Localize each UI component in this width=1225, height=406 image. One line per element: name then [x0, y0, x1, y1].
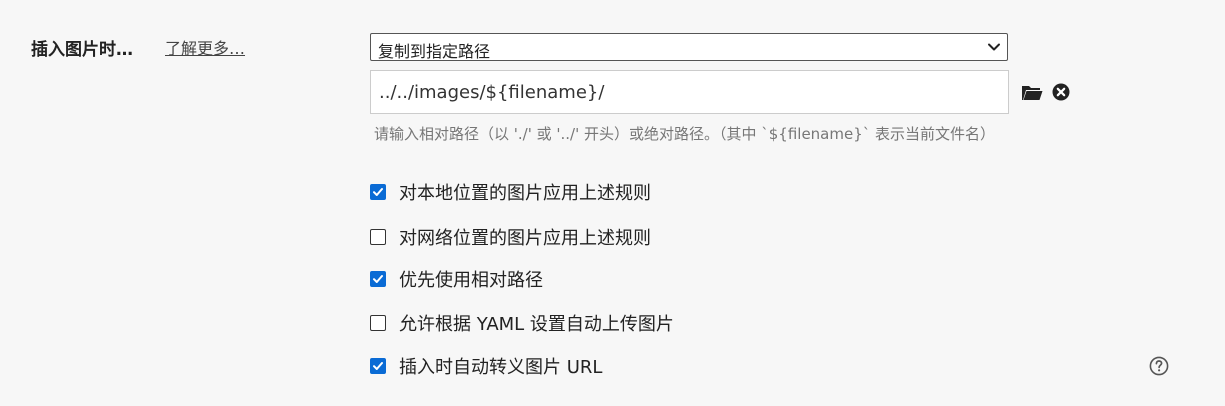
option-yaml-upload[interactable]: 允许根据 YAML 设置自动上传图片 — [370, 311, 674, 335]
select-value: 复制到指定路径 — [378, 42, 491, 61]
option-label: 插入时自动转义图片 URL — [399, 357, 603, 378]
learn-more-link[interactable]: 了解更多… — [165, 35, 245, 59]
option-label: 对本地位置的图片应用上述规则 — [399, 183, 651, 204]
option-label: 对网络位置的图片应用上述规则 — [399, 228, 651, 249]
image-path-input[interactable] — [370, 70, 1009, 114]
checkbox-checked[interactable] — [370, 271, 386, 287]
section-label: 插入图片时… — [31, 40, 133, 60]
image-insert-action-select[interactable]: 复制到指定路径 — [370, 33, 1008, 61]
folder-icon[interactable] — [1021, 84, 1043, 102]
checkbox-checked[interactable] — [370, 184, 386, 200]
path-hint: 请输入相对路径（以 './' 或 '../' 开头）或绝对路径。（其中 `${f… — [374, 125, 996, 143]
question-circle-icon[interactable] — [1149, 356, 1169, 376]
checkmark-icon — [373, 275, 383, 283]
checkbox-checked[interactable] — [370, 358, 386, 374]
checkbox-unchecked[interactable] — [370, 229, 386, 245]
close-circle-icon[interactable] — [1052, 83, 1070, 101]
option-prefer-relative[interactable]: 优先使用相对路径 — [370, 267, 543, 291]
chevron-down-icon — [988, 43, 1000, 51]
option-apply-network[interactable]: 对网络位置的图片应用上述规则 — [370, 225, 651, 249]
checkmark-icon — [373, 362, 383, 370]
option-label: 允许根据 YAML 设置自动上传图片 — [399, 314, 674, 335]
option-escape-url[interactable]: 插入时自动转义图片 URL — [370, 354, 602, 378]
option-label: 优先使用相对路径 — [399, 270, 543, 291]
option-apply-local[interactable]: 对本地位置的图片应用上述规则 — [370, 180, 651, 204]
checkmark-icon — [373, 188, 383, 196]
checkbox-unchecked[interactable] — [370, 315, 386, 331]
